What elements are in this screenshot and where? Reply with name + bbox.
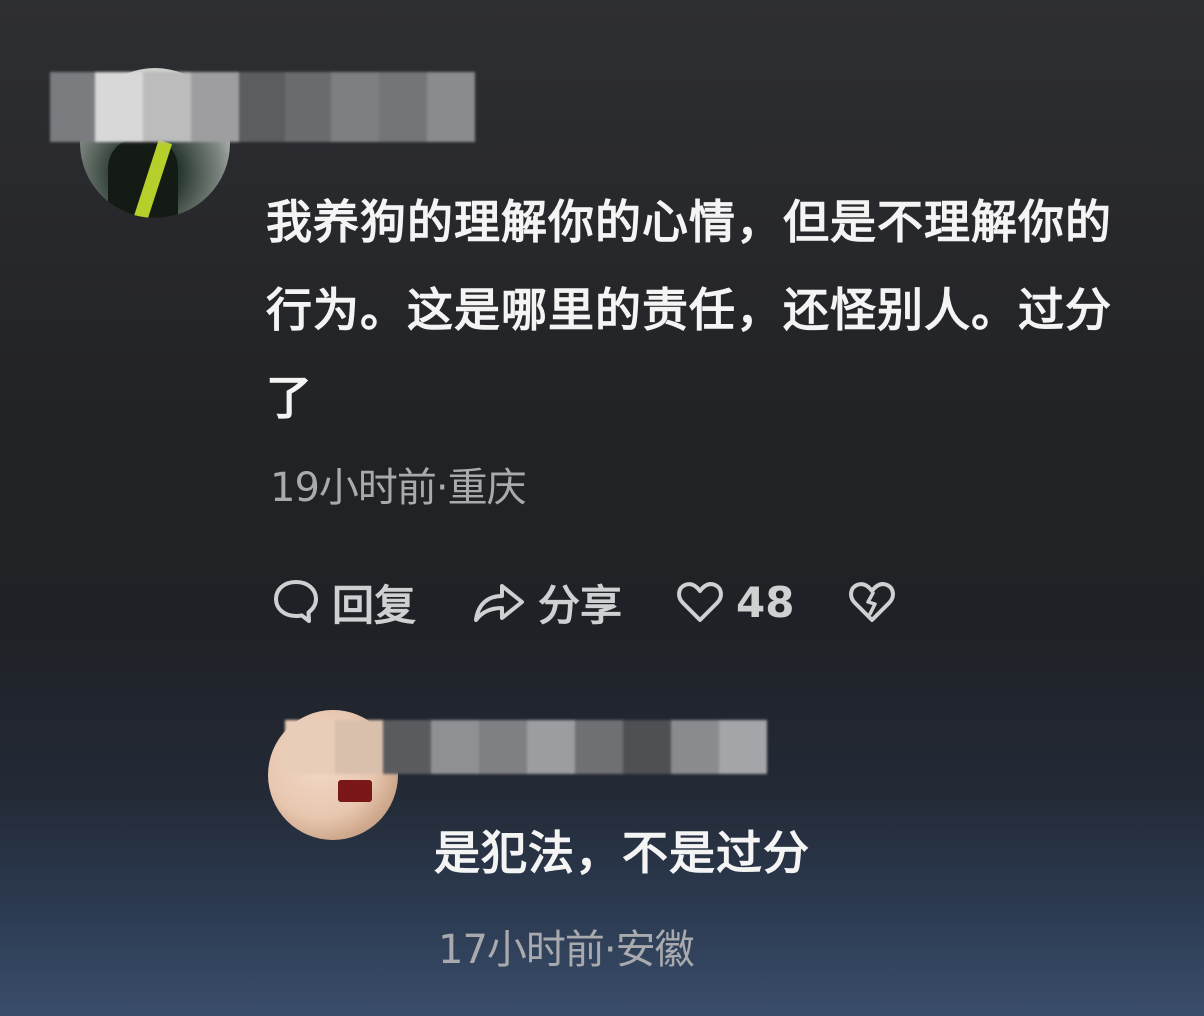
reply-item: 是犯法，不是过分 17小时前·安徽 bbox=[0, 680, 1204, 1010]
reply-label: 回复 bbox=[332, 580, 417, 630]
share-button[interactable]: 分享 bbox=[468, 572, 622, 633]
share-label: 分享 bbox=[538, 580, 623, 630]
username-blurred[interactable] bbox=[50, 72, 475, 142]
like-button[interactable]: 48 bbox=[674, 576, 794, 628]
like-count: 48 bbox=[736, 577, 795, 627]
share-icon bbox=[474, 584, 525, 622]
avatar-mark bbox=[338, 780, 372, 802]
broken-heart-icon bbox=[849, 582, 896, 622]
comment-text: 是犯法，不是过分 bbox=[434, 826, 810, 880]
username-blurred[interactable] bbox=[285, 720, 767, 774]
comment-text: 我养狗的理解你的心情，但是不理解你的行为。这是哪里的责任，还怪别人。过分了 bbox=[266, 195, 1112, 425]
comment-actions: 回复 分享 48 bbox=[270, 572, 960, 632]
comment-meta: 17小时前·安徽 bbox=[438, 927, 695, 973]
comment-item: 我养狗的理解你的心情，但是不理解你的行为。这是哪里的责任，还怪别人。过分了 19… bbox=[0, 0, 1204, 660]
heart-icon bbox=[677, 582, 723, 622]
reply-button[interactable]: 回复 bbox=[270, 572, 416, 633]
comment-icon bbox=[274, 580, 318, 623]
comment-meta: 19小时前·重庆 bbox=[270, 465, 527, 511]
dislike-button[interactable] bbox=[846, 576, 908, 628]
